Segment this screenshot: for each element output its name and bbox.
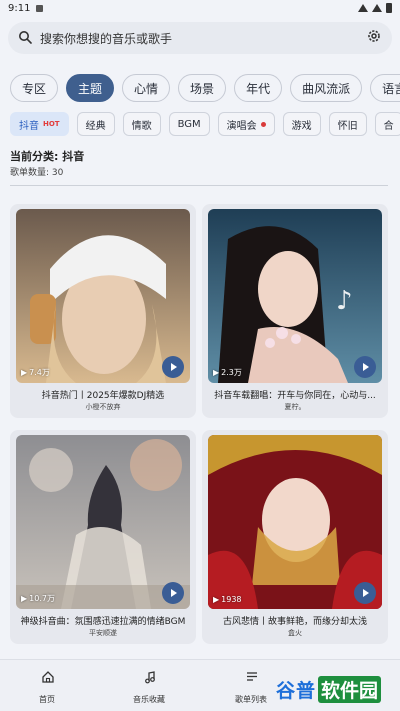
play-button[interactable]: [162, 582, 184, 604]
subcategory-tab[interactable]: 情歌: [122, 112, 161, 136]
signal-icon: [372, 4, 382, 12]
playlist-card[interactable]: ♪ ▶ 2.3万 抖音车载翻唱：开车与你同在，心动与... 夏柠。: [202, 204, 388, 418]
category-tab[interactable]: 专区: [10, 74, 59, 102]
playlist-card[interactable]: ▶ 7.4万 抖音热门丨2025年爆款DJ精选 小橙不放弃: [10, 204, 196, 418]
playlist-card[interactable]: ▶ 1938 古风悲情丨故事鲜艳，而缘分却太浅 盒火: [202, 430, 388, 644]
subcategory-tab[interactable]: 怀旧: [328, 112, 367, 136]
playlist-cover-image: ♪ ▶ 2.3万: [208, 209, 382, 383]
playlist-title: 古风悲情丨故事鲜艳，而缘分却太浅: [222, 617, 367, 627]
playlist-creator: 平安顺遂: [89, 629, 117, 637]
playlist-card[interactable]: ▶ 10.7万 神级抖音曲：氛围感迅速拉满的情绪BGM 平安顺遂: [10, 430, 196, 644]
playlist-icon: [247, 672, 257, 681]
secondary-category-tabs: 抖音 HOT 经典 情歌 BGM 演唱会 游戏 怀旧 合: [10, 112, 400, 136]
subcategory-tab[interactable]: 游戏: [282, 112, 321, 136]
status-bar: 9:11: [0, 0, 400, 16]
svg-text:♪: ♪: [336, 286, 353, 316]
hot-badge: HOT: [43, 120, 60, 128]
play-count: ▶ 1938: [213, 595, 242, 604]
play-button[interactable]: [354, 582, 376, 604]
playlist-title: 神级抖音曲：氛围感迅速拉满的情绪BGM: [20, 617, 186, 627]
subcategory-tab[interactable]: 演唱会: [217, 112, 275, 136]
subcategory-tab[interactable]: BGM: [168, 112, 210, 136]
nav-label: 首页: [39, 695, 55, 704]
playlist-creator: 小橙不放弃: [85, 403, 121, 411]
watermark-text-1: 谷普: [276, 679, 317, 702]
play-count: ▶ 10.7万: [21, 594, 55, 603]
subcategory-tab[interactable]: 经典: [76, 112, 115, 136]
subcategory-label: 经典: [85, 120, 106, 132]
subcategory-label: 怀旧: [337, 120, 358, 132]
subcategory-tab[interactable]: 抖音 HOT: [10, 112, 69, 136]
playlist-title: 抖音热门丨2025年爆款DJ精选: [41, 391, 165, 401]
primary-category-tabs: 专区主题心情场景年代曲风流派语言: [10, 74, 400, 102]
status-time: 9:11: [8, 2, 31, 14]
playlist-cover-image: ▶ 10.7万: [16, 435, 190, 609]
category-tab[interactable]: 语言: [370, 74, 400, 102]
category-tab[interactable]: 心情: [122, 74, 171, 102]
subcategory-label: 抖音: [19, 120, 39, 132]
playlist-count-label: 歌单数量: 30: [10, 168, 64, 178]
playlist-creator: 夏柠。: [284, 403, 306, 411]
play-button[interactable]: [354, 356, 376, 378]
category-tab[interactable]: 曲风流派: [290, 74, 363, 102]
battery-icon: [386, 3, 392, 13]
playlist-creator: 盒火: [288, 629, 302, 637]
playlist-cover-image: ▶ 1938: [208, 435, 382, 609]
nav-music-collection[interactable]: 音乐收藏: [104, 666, 194, 706]
playlist-cover-image: ▶ 7.4万: [16, 209, 190, 383]
subcategory-label: 合: [383, 120, 394, 132]
watermark-text-2: 软件园: [318, 675, 382, 703]
category-tab[interactable]: 场景: [178, 74, 227, 102]
music-note-icon: [145, 671, 155, 684]
wifi-icon: [358, 4, 368, 12]
live-dot-icon: [260, 121, 266, 127]
subcategory-label: 演唱会: [226, 120, 257, 132]
category-tab[interactable]: 年代: [234, 74, 283, 102]
play-count: ▶ 7.4万: [21, 368, 50, 377]
search-bar[interactable]: 搜索你想搜的音乐或歌手: [8, 22, 392, 54]
playlist-title: 抖音车载翻唱：开车与你同在，心动与...: [214, 391, 376, 401]
divider: [10, 185, 388, 186]
settings-gear-icon[interactable]: [366, 28, 382, 48]
nav-label: 音乐收藏: [133, 695, 165, 704]
play-count: ▶ 2.3万: [213, 368, 242, 377]
current-category-label: 当前分类: 抖音: [10, 150, 85, 163]
category-tab[interactable]: 主题: [66, 74, 115, 102]
subcategory-label: 情歌: [131, 120, 152, 132]
subcategory-label: BGM: [177, 118, 201, 130]
search-input[interactable]: 搜索你想搜的音乐或歌手: [40, 30, 366, 47]
watermark-logo: 谷普 软件园: [276, 674, 392, 704]
home-icon: [42, 671, 54, 683]
notification-icon: [36, 4, 44, 12]
play-button[interactable]: [162, 356, 184, 378]
subcategory-label: 游戏: [291, 120, 312, 132]
subcategory-tab[interactable]: 合: [374, 112, 400, 136]
nav-home[interactable]: 首页: [2, 666, 92, 706]
search-icon: [18, 29, 32, 48]
